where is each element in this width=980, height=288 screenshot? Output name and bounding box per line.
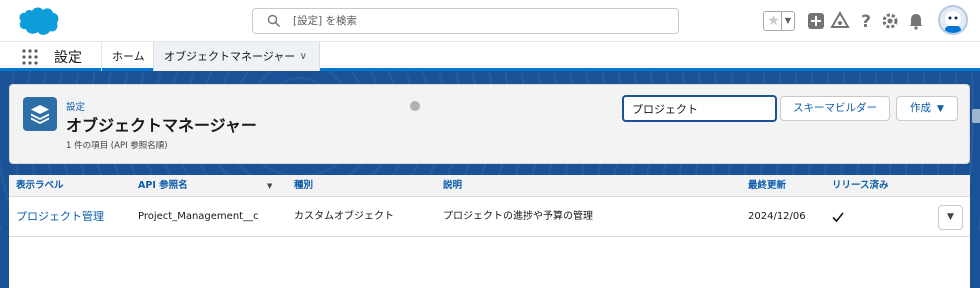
tab-object-manager[interactable]: オブジェクトマネージャー ∨	[153, 42, 320, 71]
checkmark-icon	[832, 212, 844, 223]
column-header-type[interactable]: 種別	[294, 175, 313, 197]
column-header-api-name[interactable]: API 参照名	[138, 175, 188, 197]
tab-home-label: ホーム	[112, 50, 145, 63]
object-label-link[interactable]: プロジェクト管理	[16, 197, 104, 237]
table-row: プロジェクト管理 Project_Management__c カスタムオブジェク…	[9, 197, 970, 237]
favorites-dropdown-icon[interactable]: ▼	[781, 12, 794, 30]
chevron-down-icon: ▼	[947, 212, 954, 222]
caret-down-icon: ▼	[937, 104, 944, 114]
column-header-last-modified[interactable]: 最終更新	[748, 175, 786, 197]
trailhead-icon[interactable]	[830, 11, 850, 31]
global-search-input[interactable]	[293, 12, 663, 30]
gear-icon[interactable]	[880, 11, 900, 31]
schema-builder-button[interactable]: スキーマビルダー	[780, 96, 890, 121]
sort-desc-icon[interactable]: ▼	[267, 175, 272, 197]
side-panel-tab[interactable]	[972, 109, 980, 123]
svg-text:?: ?	[861, 12, 871, 31]
salesforce-cloud-logo[interactable]	[12, 5, 60, 37]
type-cell: カスタムオブジェクト	[294, 211, 394, 222]
page-title: オブジェクトマネージャー	[66, 116, 257, 135]
layers-icon	[23, 97, 57, 131]
tab-home[interactable]: ホーム	[101, 42, 155, 71]
chevron-down-icon[interactable]: ∨	[300, 42, 307, 71]
quick-find-box[interactable]	[622, 95, 777, 122]
global-header: ★ ▼ ?	[0, 0, 980, 42]
app-name: 設定	[54, 50, 82, 66]
column-header-description[interactable]: 説明	[443, 175, 462, 197]
waffle-icon[interactable]	[22, 49, 38, 65]
objects-table: 表示ラベル API 参照名 ▼ 種別 説明 最終更新 リリース済み プロジェクト…	[9, 175, 970, 288]
last-modified-cell: 2024/12/06	[748, 211, 806, 222]
avatar[interactable]	[938, 5, 968, 35]
row-actions-button[interactable]: ▼	[938, 205, 963, 230]
search-icon	[267, 14, 280, 27]
quick-find-input[interactable]	[632, 100, 767, 118]
column-header-label[interactable]: 表示ラベル	[16, 175, 64, 197]
tab-object-manager-label: オブジェクトマネージャー	[164, 50, 296, 63]
breadcrumb[interactable]: 設定	[66, 99, 85, 113]
bell-icon[interactable]	[906, 11, 926, 31]
column-header-deployed[interactable]: リリース済み	[832, 175, 889, 197]
astro-avatar-icon	[945, 11, 961, 33]
star-icon[interactable]: ★	[765, 12, 782, 30]
page-header: 設定 オブジェクトマネージャー 1 件の項目 (API 参照名順) スキーマビル…	[9, 84, 970, 164]
description-cell: プロジェクトの進捗や予算の管理	[443, 211, 593, 222]
table-header: 表示ラベル API 参照名 ▼ 種別 説明 最終更新 リリース済み	[9, 175, 970, 197]
favorites-button[interactable]: ★ ▼	[763, 11, 795, 31]
schema-builder-label: スキーマビルダー	[793, 102, 877, 114]
create-button[interactable]: 作成 ▼	[896, 96, 958, 121]
api-name-cell: Project_Management__c	[138, 211, 259, 222]
add-icon[interactable]	[806, 11, 826, 31]
create-label: 作成	[910, 102, 932, 114]
loading-dot	[410, 101, 420, 111]
help-icon[interactable]: ?	[856, 11, 876, 31]
item-count: 1 件の項目 (API 参照名順)	[66, 141, 168, 151]
app-navigation: 設定 ホーム オブジェクトマネージャー ∨	[0, 42, 980, 71]
global-search[interactable]	[252, 8, 679, 34]
